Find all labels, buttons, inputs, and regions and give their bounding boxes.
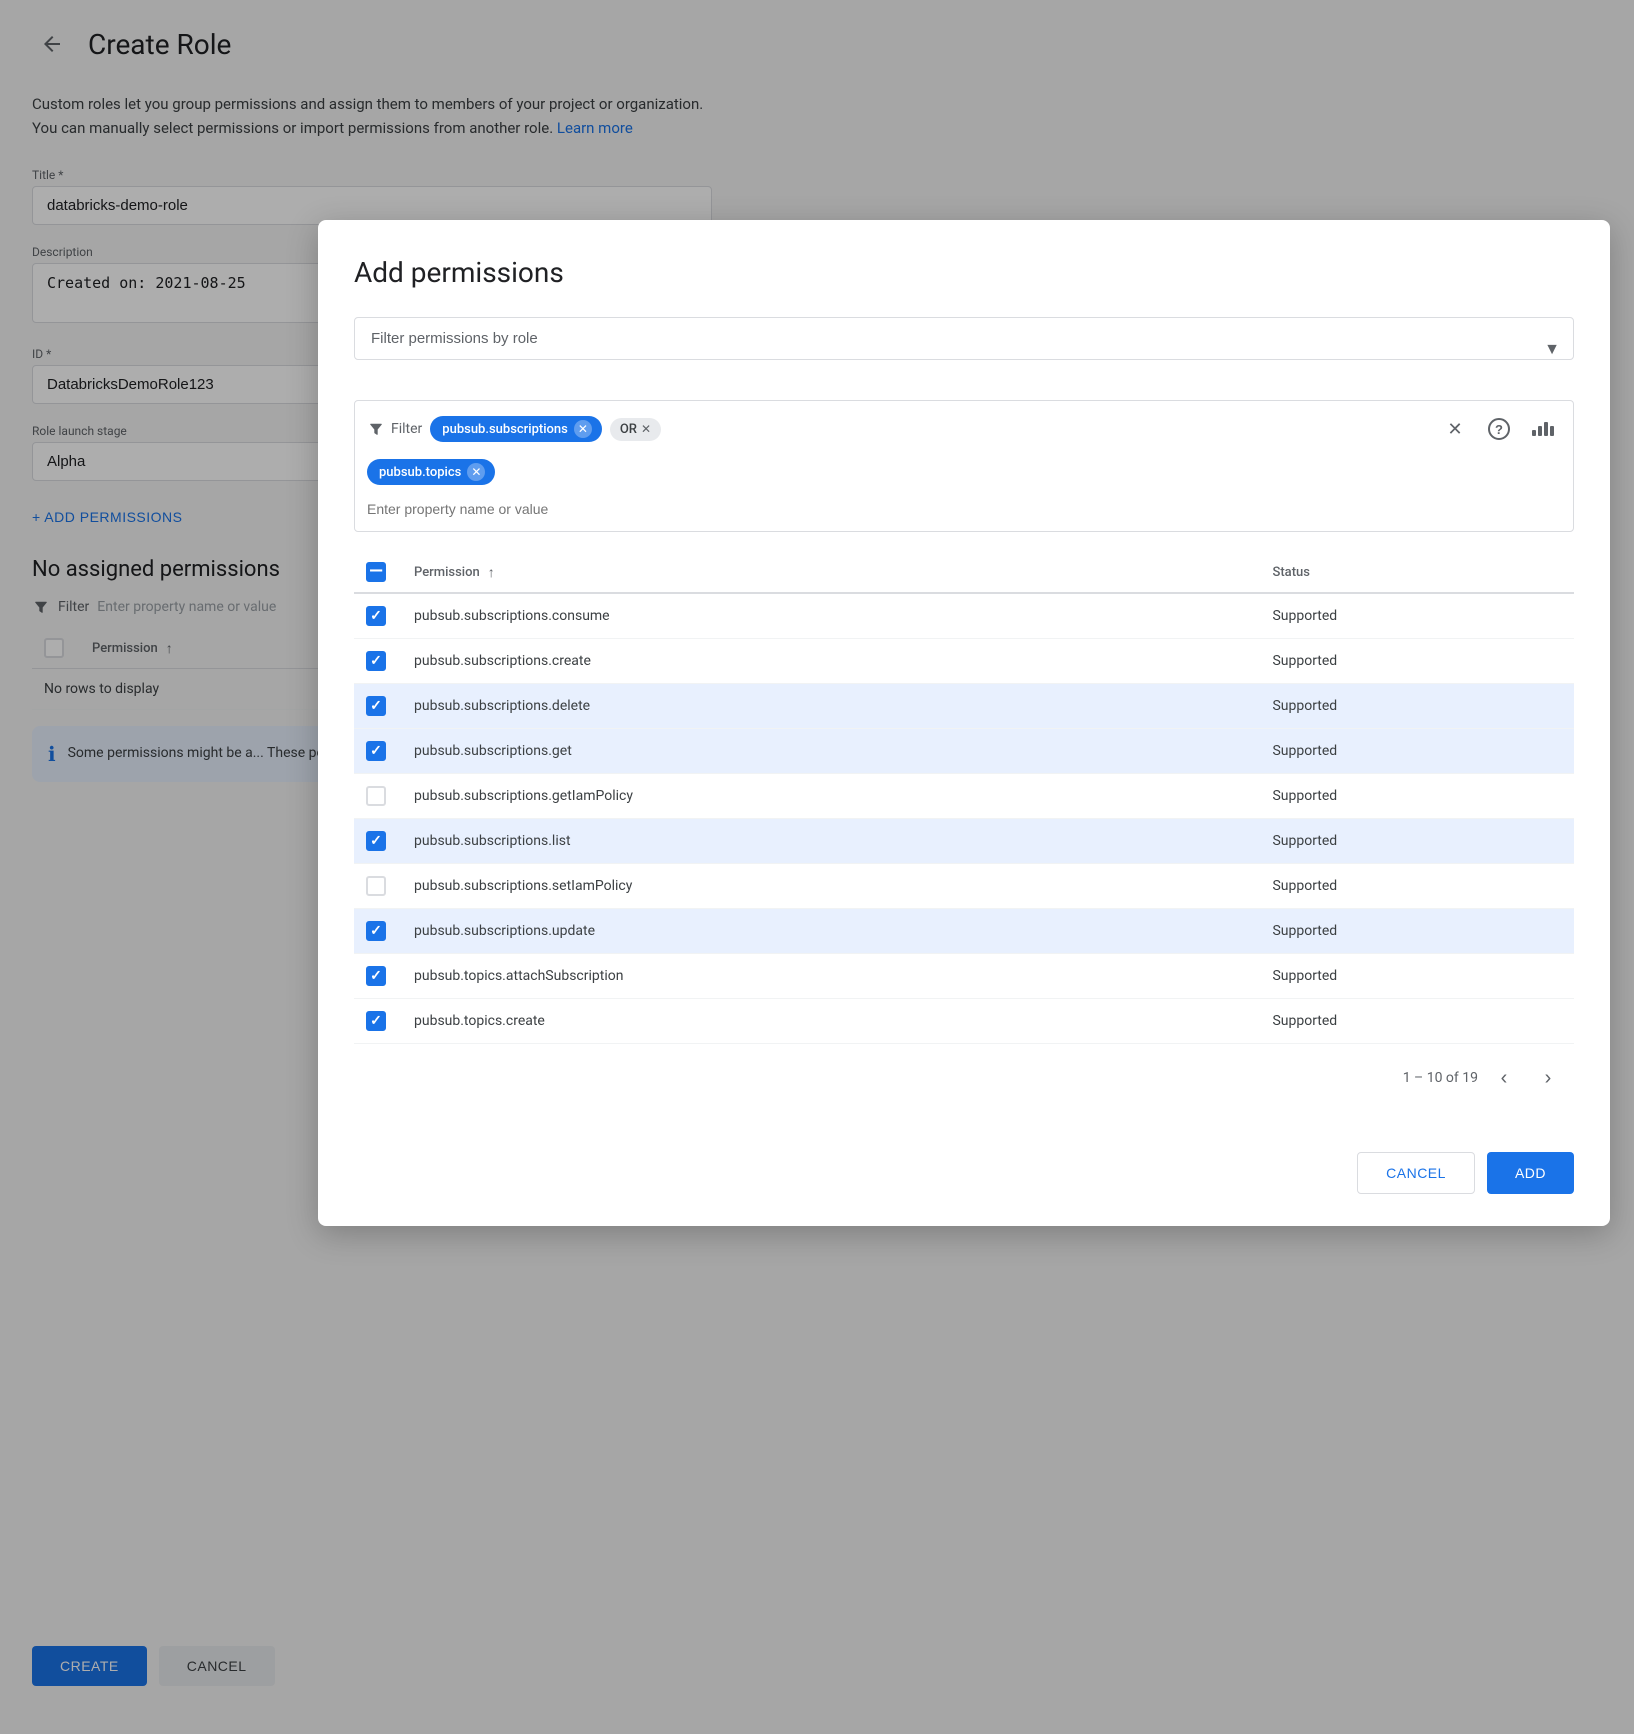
prev-page-button[interactable]: ‹ xyxy=(1486,1060,1522,1096)
permission-status: Supported xyxy=(1260,774,1574,819)
permission-name: pubsub.topics.create xyxy=(402,999,1260,1044)
permission-checkbox[interactable]: ✓ xyxy=(366,831,386,851)
table-row: ✓ pubsub.subscriptions.updateSupported xyxy=(354,909,1574,954)
permission-checkbox[interactable]: ✓ xyxy=(366,741,386,761)
permission-checkbox[interactable]: ✓ xyxy=(366,966,386,986)
table-row: ✓ pubsub.subscriptions.consumeSupported xyxy=(354,593,1574,639)
permission-name: pubsub.subscriptions.setIamPolicy xyxy=(402,864,1260,909)
filter-chips-area: Filter pubsub.subscriptions ✕ OR ✕ ✕ ? xyxy=(354,400,1574,532)
table-row: ✓ pubsub.subscriptions.deleteSupported xyxy=(354,684,1574,729)
permission-status: Supported xyxy=(1260,639,1574,684)
cancel-modal-button[interactable]: CANCEL xyxy=(1357,1152,1475,1194)
chip-subscriptions-close[interactable]: ✕ xyxy=(574,420,592,438)
filter-label-modal: Filter xyxy=(367,420,422,438)
permission-checkbox[interactable]: ✓ xyxy=(366,921,386,941)
chip-or-close[interactable]: ✕ xyxy=(641,422,651,436)
permission-status: Supported xyxy=(1260,864,1574,909)
select-all-checkbox-modal[interactable]: — xyxy=(366,562,386,582)
add-modal-button[interactable]: ADD xyxy=(1487,1152,1574,1194)
permission-status: Supported xyxy=(1260,593,1574,639)
permission-status: Supported xyxy=(1260,729,1574,774)
help-filter-button[interactable]: ? xyxy=(1481,411,1517,447)
permission-checkbox[interactable] xyxy=(366,876,386,896)
pagination: 1 – 10 of 19 ‹ › xyxy=(354,1044,1574,1104)
permission-name: pubsub.subscriptions.get xyxy=(402,729,1260,774)
permission-status: Supported xyxy=(1260,909,1574,954)
permission-checkbox[interactable]: ✓ xyxy=(366,651,386,671)
pagination-range: 1 – 10 of 19 xyxy=(1403,1070,1478,1086)
table-row: pubsub.subscriptions.setIamPolicySupport… xyxy=(354,864,1574,909)
table-row: pubsub.subscriptions.getIamPolicySupport… xyxy=(354,774,1574,819)
filter-actions: ✕ ? xyxy=(1437,411,1561,447)
chip-topics[interactable]: pubsub.topics ✕ xyxy=(367,459,495,485)
clear-filter-button[interactable]: ✕ xyxy=(1437,411,1473,447)
permission-name: pubsub.subscriptions.getIamPolicy xyxy=(402,774,1260,819)
columns-button[interactable] xyxy=(1525,411,1561,447)
table-row: ✓ pubsub.subscriptions.listSupported xyxy=(354,819,1574,864)
filter-role-dropdown[interactable]: Filter permissions by role xyxy=(354,317,1574,360)
chip-subscriptions[interactable]: pubsub.subscriptions ✕ xyxy=(430,416,602,442)
permission-status: Supported xyxy=(1260,954,1574,999)
table-row: ✓ pubsub.topics.createSupported xyxy=(354,999,1574,1044)
permission-status: Supported xyxy=(1260,999,1574,1044)
permission-name: pubsub.subscriptions.list xyxy=(402,819,1260,864)
permission-checkbox[interactable]: ✓ xyxy=(366,606,386,626)
filter-input[interactable] xyxy=(367,497,1561,521)
add-permissions-modal: Add permissions Filter permissions by ro… xyxy=(318,220,1610,1226)
permission-name: pubsub.subscriptions.delete xyxy=(402,684,1260,729)
permission-checkbox[interactable] xyxy=(366,786,386,806)
permission-status: Supported xyxy=(1260,819,1574,864)
permission-name: pubsub.topics.attachSubscription xyxy=(402,954,1260,999)
filter-icon-modal xyxy=(367,420,385,438)
modal-title: Add permissions xyxy=(354,256,1574,289)
table-row: ✓ pubsub.subscriptions.createSupported xyxy=(354,639,1574,684)
chip-topics-close[interactable]: ✕ xyxy=(467,463,485,481)
modal-actions: CANCEL ADD xyxy=(354,1136,1574,1194)
permission-name: pubsub.subscriptions.create xyxy=(402,639,1260,684)
permissions-table-modal: — Permission ↑ Status ✓pubsub.subscripti… xyxy=(354,552,1574,1044)
chip-or: OR ✕ xyxy=(610,418,661,441)
permission-status: Supported xyxy=(1260,684,1574,729)
filter-dropdown-wrapper: Filter permissions by role ▼ xyxy=(354,317,1574,380)
permission-name: pubsub.subscriptions.consume xyxy=(402,593,1260,639)
sort-icon-modal: ↑ xyxy=(488,564,495,581)
next-page-button[interactable]: › xyxy=(1530,1060,1566,1096)
permission-checkbox[interactable]: ✓ xyxy=(366,1011,386,1031)
permission-checkbox[interactable]: ✓ xyxy=(366,696,386,716)
table-row: ✓ pubsub.topics.attachSubscriptionSupport… xyxy=(354,954,1574,999)
permission-name: pubsub.subscriptions.update xyxy=(402,909,1260,954)
table-row: ✓ pubsub.subscriptions.getSupported xyxy=(354,729,1574,774)
